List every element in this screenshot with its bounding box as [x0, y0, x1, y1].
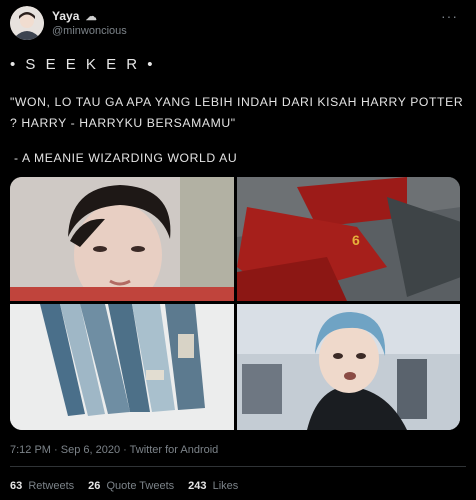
tweet-quote: "WON, LO TAU GA APA YANG LEBIH INDAH DAR…: [10, 95, 464, 130]
quote-tweets-stat[interactable]: 26 Quote Tweets: [88, 480, 174, 492]
author-handle[interactable]: @minwoncious: [52, 25, 127, 37]
retweets-stat[interactable]: 63 Retweets: [10, 480, 74, 492]
tweet-timestamp[interactable]: 7:12 PM · Sep 6, 2020 · Twitter for Andr…: [10, 444, 218, 456]
likes-stat[interactable]: 243 Likes: [188, 480, 238, 492]
avatar-image: [10, 6, 44, 40]
retweets-label: Retweets: [28, 480, 75, 492]
author-name-text: Yaya: [52, 9, 80, 23]
tweet: Yaya ☁ @minwoncious ··· • S E E K E R • …: [0, 0, 476, 500]
media-image-selfie[interactable]: [236, 304, 460, 430]
avatar[interactable]: [10, 6, 44, 40]
svg-text:6: 6: [352, 232, 360, 248]
retweets-count: 63: [10, 480, 23, 492]
likes-label: Likes: [212, 480, 239, 492]
likes-count: 243: [188, 480, 207, 492]
selfie-graphic: [236, 304, 460, 430]
cloud-icon: ☁: [85, 11, 97, 23]
media-grid: 6: [10, 177, 460, 430]
tweet-stats: 63 Retweets 26 Quote Tweets 243 Likes: [10, 480, 238, 492]
media-image-portrait[interactable]: [10, 177, 234, 301]
media-image-quidditch[interactable]: 6: [236, 177, 460, 301]
portrait-graphic: [10, 177, 234, 301]
divider: [10, 466, 466, 467]
tweet-subtitle: - A MEANIE WIZARDING WORLD AU: [14, 151, 238, 165]
author-name[interactable]: Yaya ☁: [52, 9, 97, 23]
media-image-books[interactable]: [10, 304, 234, 430]
tweet-heading: • S E E K E R •: [10, 56, 156, 73]
quotes-label: Quote Tweets: [106, 480, 175, 492]
books-graphic: [10, 304, 234, 430]
quidditch-graphic: 6: [236, 177, 460, 301]
quotes-count: 26: [88, 480, 101, 492]
more-options-icon[interactable]: ···: [441, 8, 458, 24]
